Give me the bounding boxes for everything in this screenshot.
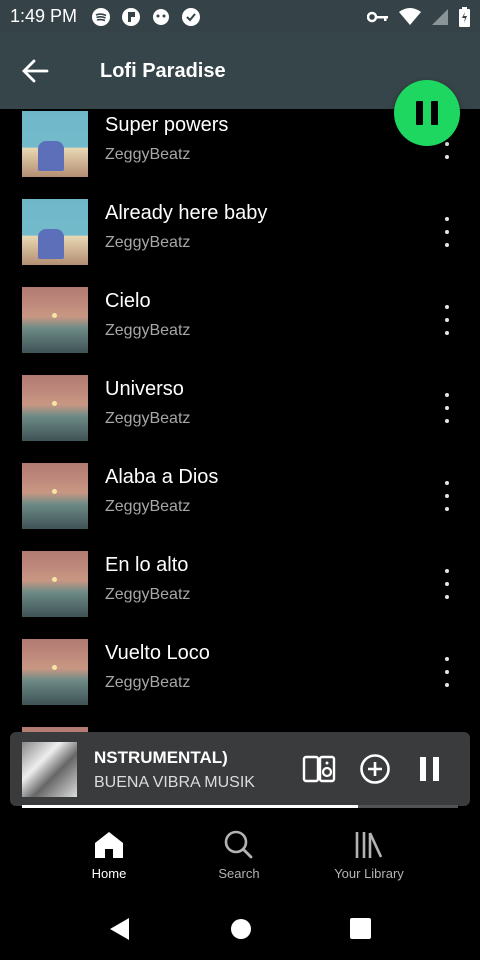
nav-home[interactable]: Home	[54, 830, 164, 881]
track-artist: ZeggyBeatz	[105, 498, 191, 515]
track-title: Cielo	[105, 290, 151, 312]
app-notification-icon	[122, 7, 141, 26]
track-row[interactable]: Already here baby ZeggyBeatz	[0, 189, 480, 277]
pause-icon	[416, 101, 423, 125]
track-album-art	[22, 639, 88, 705]
system-back-icon[interactable]	[107, 916, 133, 942]
wifi-icon	[399, 7, 421, 25]
mini-player-pause-button[interactable]	[413, 752, 447, 786]
track-title: Universo	[105, 378, 184, 400]
system-recents-icon[interactable]	[348, 916, 374, 942]
track-album-art	[22, 463, 88, 529]
track-row[interactable]: Alaba a Dios ZeggyBeatz	[0, 453, 480, 541]
track-artist: ZeggyBeatz	[105, 234, 191, 251]
track-artist: ZeggyBeatz	[105, 322, 191, 339]
system-icons	[367, 6, 470, 27]
more-options-icon[interactable]	[440, 217, 454, 247]
track-title: Vuelto Loco	[105, 642, 210, 664]
track-title: Alaba a Dios	[105, 466, 219, 488]
library-icon	[355, 832, 383, 858]
nav-your-library[interactable]: Your Library	[314, 830, 424, 881]
vpn-notification-icon	[182, 7, 201, 26]
track-title: En lo alto	[105, 554, 189, 576]
track-row[interactable]: Vuelto Loco ZeggyBeatz	[0, 629, 480, 717]
track-album-art	[22, 375, 88, 441]
nav-home-label: Home	[91, 866, 127, 881]
android-notification-icon	[153, 8, 170, 25]
playback-progress-bar[interactable]	[22, 805, 458, 808]
mini-player-title: NSTRUMENTAL)	[94, 748, 228, 767]
track-title: Already here baby	[105, 202, 268, 224]
system-navigation-bar	[0, 898, 480, 960]
track-row[interactable]: Cielo ZeggyBeatz	[0, 277, 480, 365]
track-title: Super powers	[105, 114, 229, 136]
arrow-left-icon	[22, 59, 49, 83]
notification-icons	[91, 7, 201, 27]
system-home-icon[interactable]	[228, 916, 254, 942]
add-to-library-button[interactable]	[358, 752, 392, 786]
more-options-icon[interactable]	[440, 305, 454, 335]
more-options-icon[interactable]	[440, 569, 454, 599]
track-artist: ZeggyBeatz	[105, 146, 191, 163]
track-artist: ZeggyBeatz	[105, 674, 191, 691]
spotify-notification-icon	[92, 7, 111, 26]
track-artist: ZeggyBeatz	[105, 586, 191, 603]
status-bar: 1:49 PM	[0, 0, 480, 33]
mini-player[interactable]: NSTRUMENTAL) BUENA VIBRA MUSIK	[10, 732, 470, 806]
page-title: Lofi Paradise	[100, 59, 226, 82]
pause-icon	[420, 757, 439, 781]
track-artist: ZeggyBeatz	[105, 410, 191, 427]
cellular-signal-icon	[432, 8, 448, 25]
playback-progress-fill	[22, 805, 358, 808]
battery-icon	[459, 6, 470, 27]
track-album-art	[22, 111, 88, 177]
devices-icon	[302, 755, 336, 783]
more-options-icon[interactable]	[440, 393, 454, 423]
nav-your-library-label: Your Library	[334, 866, 404, 881]
nav-search[interactable]: Search	[184, 830, 294, 881]
back-button[interactable]	[0, 33, 70, 109]
playlist-pause-button[interactable]	[394, 80, 460, 146]
nav-search-label: Search	[218, 866, 260, 881]
track-row[interactable]: Universo ZeggyBeatz	[0, 365, 480, 453]
plus-circle-icon	[360, 754, 390, 784]
track-album-art	[22, 551, 88, 617]
bottom-navigation: Home Search Your Library	[0, 808, 480, 898]
track-album-art	[22, 199, 88, 265]
more-options-icon[interactable]	[440, 481, 454, 511]
more-options-icon[interactable]	[440, 657, 454, 687]
mini-player-artist: BUENA VIBRA MUSIK	[94, 774, 255, 791]
status-time: 1:49 PM	[10, 6, 78, 26]
home-icon	[95, 832, 123, 858]
key-icon	[367, 11, 388, 22]
mini-player-album-art	[22, 742, 77, 797]
search-icon	[224, 830, 253, 859]
connect-device-button[interactable]	[302, 752, 336, 786]
track-row[interactable]: En lo alto ZeggyBeatz	[0, 541, 480, 629]
track-album-art	[22, 287, 88, 353]
